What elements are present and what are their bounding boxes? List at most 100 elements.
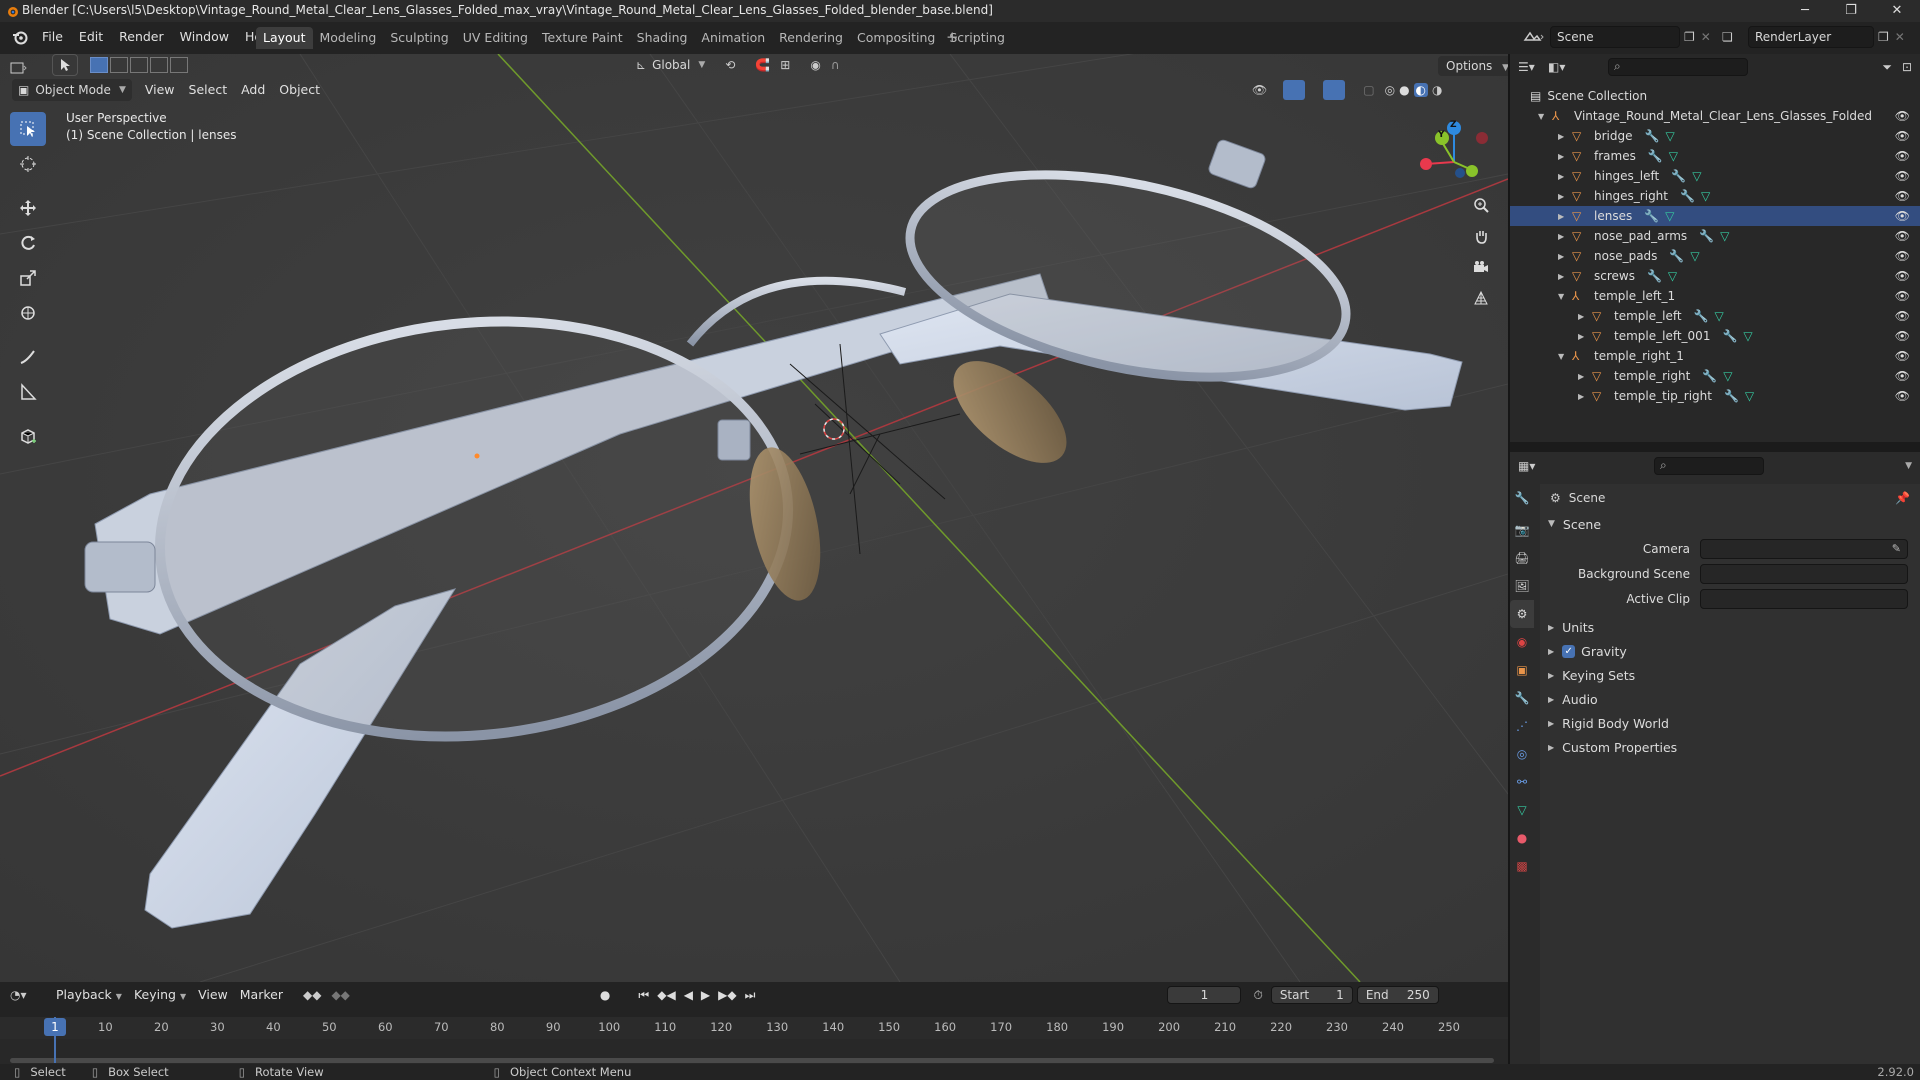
close-window-button[interactable]: ✕ bbox=[1874, 0, 1920, 22]
collapsed-arrow-icon[interactable]: ▶ bbox=[1558, 232, 1572, 241]
properties-search-input[interactable]: ⌕ bbox=[1654, 457, 1764, 475]
scene-field[interactable]: Scene bbox=[1550, 26, 1680, 48]
proportional-edit-icon[interactable]: ◉ bbox=[810, 58, 820, 72]
visibility-eye-icon[interactable]: 👁 bbox=[1895, 289, 1910, 303]
outliner-search-input[interactable]: ⌕ bbox=[1608, 58, 1748, 76]
prop-field-input[interactable]: ✎ bbox=[1700, 538, 1908, 559]
snap-target-icon[interactable]: ⊞ bbox=[780, 58, 790, 72]
menu-render[interactable]: Render bbox=[111, 26, 172, 48]
move-tool[interactable] bbox=[10, 191, 46, 225]
collapsed-arrow-icon[interactable]: ▶ bbox=[1578, 372, 1592, 381]
tool-tab-icon[interactable]: 🔧 bbox=[1510, 484, 1534, 512]
timeline-menu-playback[interactable]: Playback ▼ bbox=[50, 984, 128, 1006]
modifier-icon[interactable]: 🔧 bbox=[1722, 329, 1737, 343]
outliner-item[interactable]: ▶ ▽ bridge 🔧 ▽ 👁 bbox=[1510, 126, 1920, 146]
outliner-item[interactable]: ▼ ⅄ Vintage_Round_Metal_Clear_Lens_Glasses… bbox=[1510, 106, 1920, 126]
remove-scene-icon[interactable]: ✕ bbox=[1701, 30, 1711, 44]
collapsed-arrow-icon[interactable]: ▶ bbox=[1578, 332, 1592, 341]
collapsed-arrow-icon[interactable]: ▶ bbox=[1558, 192, 1572, 201]
expanded-arrow-icon[interactable]: ▼ bbox=[1558, 292, 1572, 301]
outliner-item[interactable]: ▶ ▽ temple_left_001 🔧 ▽ 👁 bbox=[1510, 326, 1920, 346]
expanded-arrow-icon[interactable]: ▼ bbox=[1538, 112, 1552, 121]
record-icon[interactable]: ● bbox=[600, 988, 610, 1002]
expanded-arrow-icon[interactable]: ▼ bbox=[1558, 352, 1572, 361]
tab-texture-paint[interactable]: Texture Paint bbox=[535, 27, 630, 49]
select-new-icon[interactable] bbox=[90, 57, 108, 73]
modifier-icon[interactable]: 🔧 bbox=[1669, 249, 1684, 263]
particles-tab-icon[interactable]: ⋰ bbox=[1510, 712, 1534, 740]
camera-view-icon[interactable] bbox=[1468, 254, 1494, 280]
new-collection-icon[interactable]: ⊡ bbox=[1902, 60, 1912, 74]
subpanel-custom-properties[interactable]: ▶ Custom Properties bbox=[1540, 735, 1920, 759]
blender-menu-icon[interactable] bbox=[6, 29, 34, 45]
mesh-data-icon[interactable]: ▽ bbox=[1701, 189, 1710, 203]
display-mode-icon[interactable]: ◧▾ bbox=[1548, 60, 1608, 74]
selection-mode-group[interactable] bbox=[90, 57, 188, 73]
zoom-icon[interactable] bbox=[1468, 192, 1494, 218]
modifier-icon[interactable]: 🔧 bbox=[1694, 309, 1709, 323]
filter-icon[interactable]: ⏷ bbox=[1882, 60, 1892, 75]
collapsed-arrow-icon[interactable]: ▶ bbox=[1578, 312, 1592, 321]
outliner-item[interactable]: ▶ ▽ temple_left 🔧 ▽ 👁 bbox=[1510, 306, 1920, 326]
visibility-eye-icon[interactable]: 👁 bbox=[1895, 389, 1910, 403]
visibility-eye-icon[interactable]: 👁 bbox=[1895, 189, 1910, 203]
modifier-icon[interactable]: 🔧 bbox=[1702, 369, 1717, 383]
visibility-eye-icon[interactable]: 👁 bbox=[1895, 329, 1910, 343]
texture-tab-icon[interactable]: ▩ bbox=[1510, 852, 1534, 880]
modifier-icon[interactable]: 🔧 bbox=[1644, 209, 1659, 223]
subpanel-units[interactable]: ▶ Units bbox=[1540, 615, 1920, 639]
outliner-editor-icon[interactable]: ☰▾ bbox=[1518, 60, 1548, 74]
menu-window[interactable]: Window bbox=[172, 26, 237, 48]
mesh-data-icon[interactable]: ▽ bbox=[1692, 169, 1701, 183]
modifier-icon[interactable]: 🔧 bbox=[1645, 129, 1660, 143]
visibility-eye-icon[interactable]: 👁 bbox=[1895, 369, 1910, 383]
rotate-tool[interactable] bbox=[10, 226, 46, 260]
scene-collection-row[interactable]: ▤ Scene Collection bbox=[1510, 86, 1920, 106]
visibility-eye-icon[interactable]: 👁 bbox=[1895, 349, 1910, 363]
prev-keyframe-icon[interactable]: ◆◀ bbox=[657, 988, 675, 1002]
material-tab-icon[interactable]: ● bbox=[1510, 824, 1534, 852]
tab-sculpting[interactable]: Sculpting bbox=[383, 27, 455, 49]
annotate-tool[interactable] bbox=[10, 340, 46, 374]
view-layer-field[interactable]: RenderLayer bbox=[1748, 26, 1874, 48]
collapsed-arrow-icon[interactable]: ▶ bbox=[1578, 392, 1592, 401]
copy-scene-icon[interactable]: ❐ bbox=[1684, 30, 1695, 44]
next-keyframe-icon[interactable]: ▶◆ bbox=[718, 988, 736, 1002]
3d-viewport[interactable] bbox=[0, 54, 1508, 982]
outliner-item[interactable]: ▼ ⅄ temple_right_1 👁 bbox=[1510, 346, 1920, 366]
tab-rendering[interactable]: Rendering bbox=[772, 27, 850, 49]
tab-uv-editing[interactable]: UV Editing bbox=[456, 27, 535, 49]
collapsed-arrow-icon[interactable]: ▶ bbox=[1558, 252, 1572, 261]
modifier-icon[interactable]: 🔧 bbox=[1724, 389, 1739, 403]
modifier-icon[interactable]: 🔧 bbox=[1647, 269, 1662, 283]
visibility-eye-icon[interactable]: 👁 bbox=[1895, 209, 1910, 223]
collapsed-arrow-icon[interactable]: ▶ bbox=[1558, 152, 1572, 161]
visibility-eye-icon[interactable]: 👁 bbox=[1895, 129, 1910, 143]
shading-wireframe-icon[interactable]: ◎ bbox=[1385, 83, 1395, 97]
editor-type-button[interactable] bbox=[8, 57, 44, 79]
menu-file[interactable]: File bbox=[34, 26, 71, 48]
data-tab-icon[interactable]: ▽ bbox=[1510, 796, 1534, 824]
scene-panel-header[interactable]: ▼ Scene bbox=[1540, 512, 1920, 536]
subpanel-rigid-body-world[interactable]: ▶ Rigid Body World bbox=[1540, 711, 1920, 735]
visibility-eye-icon[interactable]: 👁 bbox=[1895, 229, 1910, 243]
outliner-item[interactable]: ▶ ▽ hinges_right 🔧 ▽ 👁 bbox=[1510, 186, 1920, 206]
add-cube-tool[interactable] bbox=[10, 419, 46, 453]
tab-animation[interactable]: Animation bbox=[694, 27, 772, 49]
gizmo-toggle-icon[interactable] bbox=[1283, 80, 1306, 100]
subpanel-audio[interactable]: ▶ Audio bbox=[1540, 687, 1920, 711]
mesh-data-icon[interactable]: ▽ bbox=[1715, 309, 1724, 323]
viewport-menu-add[interactable]: Add bbox=[234, 79, 272, 101]
mesh-data-icon[interactable]: ▽ bbox=[1669, 149, 1678, 163]
eyedropper-icon[interactable]: ✎ bbox=[1892, 542, 1901, 555]
shading-material-icon[interactable]: ◐ bbox=[1413, 83, 1429, 97]
viewport-menu-object[interactable]: Object bbox=[272, 79, 327, 101]
tab-shading[interactable]: Shading bbox=[630, 27, 695, 49]
start-frame-field[interactable]: Start 1 bbox=[1270, 986, 1353, 1004]
chevron-down-icon[interactable]: ▼ bbox=[1905, 461, 1912, 471]
tab-modeling[interactable]: Modeling bbox=[313, 27, 384, 49]
mesh-data-icon[interactable]: ▽ bbox=[1665, 129, 1674, 143]
transform-tool[interactable] bbox=[10, 296, 46, 330]
subpanel-keying-sets[interactable]: ▶ Keying Sets bbox=[1540, 663, 1920, 687]
collapsed-arrow-icon[interactable]: ▶ bbox=[1558, 132, 1572, 141]
